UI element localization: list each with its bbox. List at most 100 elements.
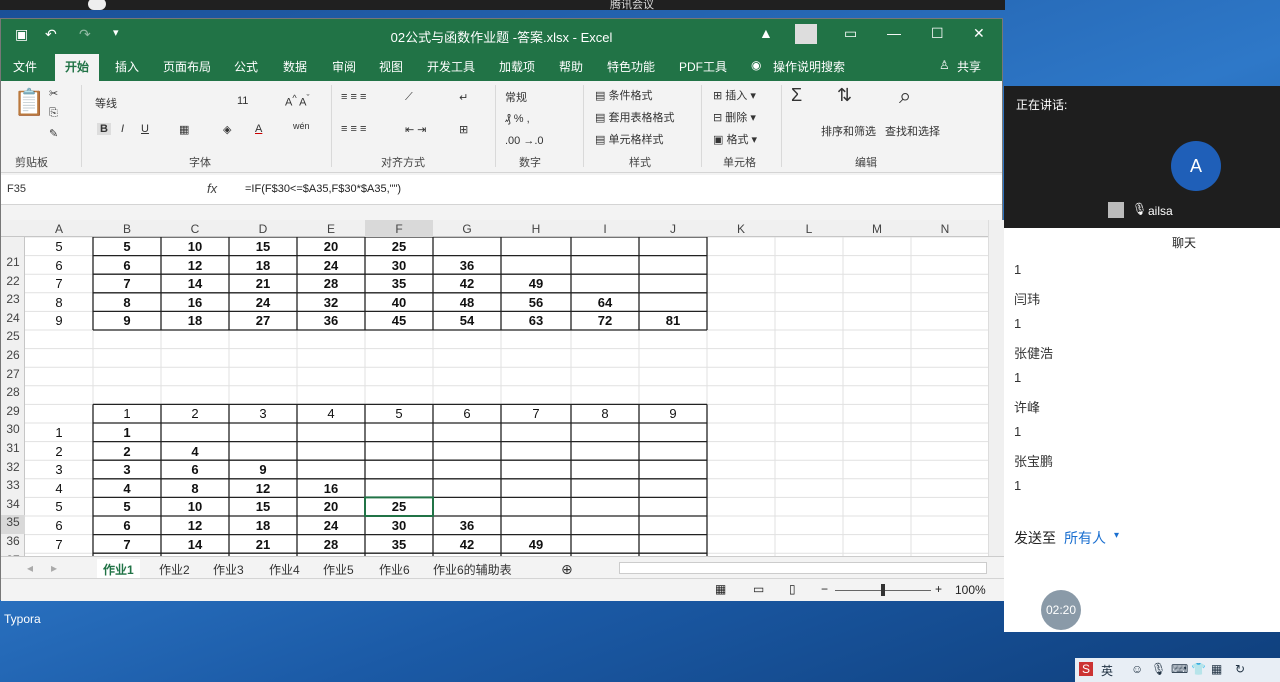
autosum-icon[interactable]: Σ <box>791 85 802 106</box>
sheet-tab[interactable]: 作业6 <box>373 559 416 580</box>
recipient-select[interactable]: 所有人 <box>1064 528 1106 548</box>
tab-data[interactable]: 数据 <box>283 58 307 75</box>
chevron-down-icon[interactable]: ▾ <box>1114 530 1119 541</box>
border-icon[interactable]: ▦ <box>179 123 189 136</box>
mic-icon[interactable]: 🎙 <box>1151 662 1166 676</box>
cell[interactable]: 2 <box>25 444 93 459</box>
cell[interactable]: 7 <box>93 537 161 552</box>
phonetic-icon[interactable]: wén <box>293 121 310 131</box>
cell[interactable]: 36 <box>433 258 501 273</box>
column-header-l[interactable]: L <box>775 222 843 236</box>
cell[interactable]: 81 <box>639 313 707 328</box>
cell[interactable]: 7 <box>93 276 161 291</box>
tab-home[interactable]: 开始 <box>55 54 100 81</box>
row-header[interactable]: 26 <box>1 348 25 367</box>
decimal-icon[interactable]: .00 →.0 <box>505 135 544 147</box>
row-header[interactable]: 36 <box>1 534 25 553</box>
cell[interactable]: 4 <box>93 481 161 496</box>
cell[interactable]: 5 <box>25 499 93 514</box>
cell[interactable]: 4 <box>161 444 229 459</box>
cell[interactable]: 9 <box>639 406 707 421</box>
column-header-f[interactable]: F <box>365 220 433 237</box>
cell[interactable]: 1 <box>93 425 161 440</box>
name-box[interactable]: F35 <box>7 183 26 195</box>
cell[interactable]: 3 <box>229 406 297 421</box>
cell[interactable]: 12 <box>161 258 229 273</box>
row-header[interactable]: 34 <box>1 497 25 516</box>
cell[interactable]: 4 <box>25 481 93 496</box>
tab-developer[interactable]: 开发工具 <box>427 58 475 75</box>
column-header-e[interactable]: E <box>297 222 365 236</box>
tab-review[interactable]: 审阅 <box>332 58 356 75</box>
ribbon-display-icon[interactable]: ▭ <box>844 25 857 42</box>
ime-mode[interactable]: 英 <box>1101 662 1113 679</box>
cell[interactable]: 1 <box>93 406 161 421</box>
cell[interactable]: 2 <box>93 444 161 459</box>
number-format[interactable]: 常规 <box>505 89 527 105</box>
cell[interactable]: 35 <box>365 276 433 291</box>
row-header[interactable]: 24 <box>1 311 25 330</box>
cell[interactable]: 54 <box>433 313 501 328</box>
minimize-icon[interactable]: — <box>887 25 901 41</box>
cell[interactable]: 64 <box>571 295 639 310</box>
cell[interactable]: 48 <box>433 295 501 310</box>
column-header-d[interactable]: D <box>229 222 297 236</box>
arrow-icon[interactable]: ↻ <box>1235 662 1245 676</box>
qq-icon[interactable] <box>88 0 106 10</box>
sheet-tab[interactable]: 作业2 <box>153 559 196 580</box>
cell[interactable]: 16 <box>297 481 365 496</box>
tab-formulas[interactable]: 公式 <box>234 58 258 75</box>
cell[interactable]: 18 <box>229 518 297 533</box>
zoom-level[interactable]: 100% <box>955 583 986 597</box>
cell[interactable]: 30 <box>365 258 433 273</box>
cell[interactable]: 6 <box>433 406 501 421</box>
sort-filter-button[interactable]: 排序和筛选 <box>821 123 876 139</box>
cell[interactable]: 3 <box>25 462 93 477</box>
row-header[interactable]: 27 <box>1 367 25 386</box>
font-name[interactable]: 等线 <box>95 95 117 111</box>
cell[interactable]: 42 <box>433 276 501 291</box>
cell[interactable]: 49 <box>501 276 571 291</box>
cell[interactable]: 14 <box>161 537 229 552</box>
sheet-tab[interactable]: 作业5 <box>317 559 360 580</box>
horizontal-scrollbar[interactable] <box>619 562 987 574</box>
clothes-icon[interactable]: 👕 <box>1191 662 1206 676</box>
cell-styles-button[interactable]: ▤ 单元格样式 <box>595 131 663 147</box>
cell[interactable]: 12 <box>161 518 229 533</box>
cell[interactable]: 18 <box>229 258 297 273</box>
row-header[interactable]: 32 <box>1 460 25 479</box>
cell[interactable]: 35 <box>365 537 433 552</box>
cell[interactable]: 36 <box>297 313 365 328</box>
sogou-icon[interactable]: S <box>1079 662 1094 676</box>
zoom-in-icon[interactable]: + <box>935 582 942 596</box>
cell[interactable]: 24 <box>297 258 365 273</box>
cell[interactable]: 6 <box>93 258 161 273</box>
find-icon[interactable]: ⌕ <box>899 83 911 109</box>
row-header[interactable]: 21 <box>1 255 25 274</box>
cell[interactable]: 5 <box>25 239 93 254</box>
close-icon[interactable]: ✕ <box>973 25 985 42</box>
sheet-tab[interactable]: 作业4 <box>263 559 306 580</box>
grow-font-icon[interactable]: A^ Aˇ <box>285 93 310 109</box>
cell[interactable]: 6 <box>25 258 93 273</box>
currency-icon[interactable]: ₰ % , <box>505 113 530 125</box>
warning-icon[interactable]: ▲ <box>759 25 773 41</box>
cell[interactable]: 5 <box>365 406 433 421</box>
cell[interactable]: 7 <box>25 537 93 552</box>
cell[interactable]: 36 <box>433 518 501 533</box>
meeting-app-label[interactable]: 腾讯会议 <box>610 0 654 12</box>
row-header[interactable]: 30 <box>1 422 25 441</box>
cell[interactable]: 6 <box>161 462 229 477</box>
tab-insert[interactable]: 插入 <box>115 58 139 75</box>
row-header[interactable]: 25 <box>1 329 25 348</box>
page-break-icon[interactable]: ▯ <box>789 582 796 596</box>
cell[interactable]: 9 <box>93 313 161 328</box>
worksheet-grid[interactable]: ABCDEFGHIJKLMN 21 22 23 24 25 26 27 28 29 30 31 32 3… <box>1 220 1004 556</box>
find-select-button[interactable]: 查找和选择 <box>885 123 940 139</box>
bold-button[interactable]: B <box>97 123 111 135</box>
tab-prev-icon[interactable]: ◂ <box>21 559 39 577</box>
cell[interactable]: 27 <box>229 313 297 328</box>
column-header-j[interactable]: J <box>639 222 707 236</box>
conditional-format-button[interactable]: ▤ 条件格式 <box>595 87 652 103</box>
delete-cells-button[interactable]: ⊟ 删除 ▾ <box>713 109 756 125</box>
